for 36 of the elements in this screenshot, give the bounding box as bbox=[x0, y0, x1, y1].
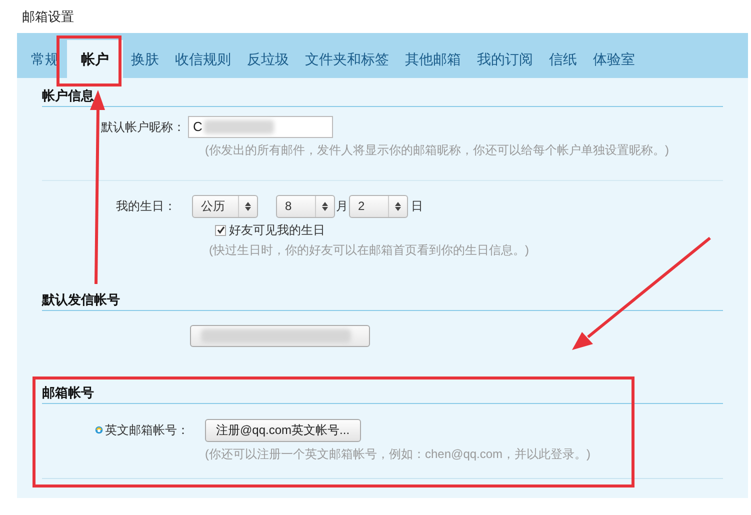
month-select[interactable]: 8 bbox=[276, 194, 335, 218]
settings-tab[interactable]: 反垃圾 bbox=[239, 40, 297, 78]
updown-icon bbox=[245, 202, 251, 210]
field-label: 我的生日： bbox=[115, 198, 177, 214]
field-value: C bbox=[193, 119, 202, 135]
register-button[interactable]: 注册@qq.com英文帐号... bbox=[205, 418, 361, 442]
day-select[interactable]: 2 bbox=[349, 194, 408, 218]
section-heading: 默认发信帐号 bbox=[42, 292, 120, 307]
hint-text: (快过生日时，你的好友可以在邮箱首页看到你的生日信息。) bbox=[209, 243, 529, 257]
hint-text: (你还可以注册一个英文邮箱帐号，例如：chen@qq.com，并以此登录。) bbox=[205, 447, 591, 461]
updown-icon bbox=[322, 202, 328, 210]
unit-label: 月 bbox=[336, 198, 348, 214]
nickname-field[interactable]: C bbox=[188, 116, 333, 138]
redaction-blur bbox=[204, 120, 274, 134]
calendar-select[interactable]: 公历 bbox=[192, 194, 258, 218]
page-title: 邮箱设置 bbox=[22, 8, 74, 24]
field-label: 默认帐户昵称： bbox=[100, 119, 186, 135]
section-heading: 邮箱帐号 bbox=[42, 385, 94, 400]
checkbox-label: 好友可见我的生日 bbox=[229, 222, 325, 238]
checkbox[interactable] bbox=[215, 224, 226, 236]
globe-icon bbox=[95, 424, 103, 436]
settings-tab[interactable]: 其他邮箱 bbox=[397, 40, 469, 78]
hint-text: (你发出的所有邮件，发件人将显示你的邮箱昵称，你还可以给每个帐户单独设置昵称。) bbox=[205, 143, 669, 157]
settings-tab[interactable]: 信纸 bbox=[541, 40, 585, 78]
settings-tab[interactable]: 我的订阅 bbox=[469, 40, 541, 78]
settings-tab[interactable]: 帐户 bbox=[67, 40, 123, 78]
updown-icon bbox=[395, 202, 401, 210]
settings-tab[interactable]: 收信规则 bbox=[167, 40, 239, 78]
field-label: 英文邮箱帐号： bbox=[105, 422, 189, 438]
annotation-box bbox=[56, 36, 122, 86]
unit-label: 日 bbox=[411, 198, 423, 214]
check-icon bbox=[216, 226, 224, 234]
settings-tab[interactable]: 文件夹和标签 bbox=[297, 40, 397, 78]
settings-tab[interactable]: 换肤 bbox=[123, 40, 167, 78]
settings-tab[interactable]: 体验室 bbox=[585, 40, 643, 78]
section-heading: 帐户信息 bbox=[42, 88, 94, 103]
